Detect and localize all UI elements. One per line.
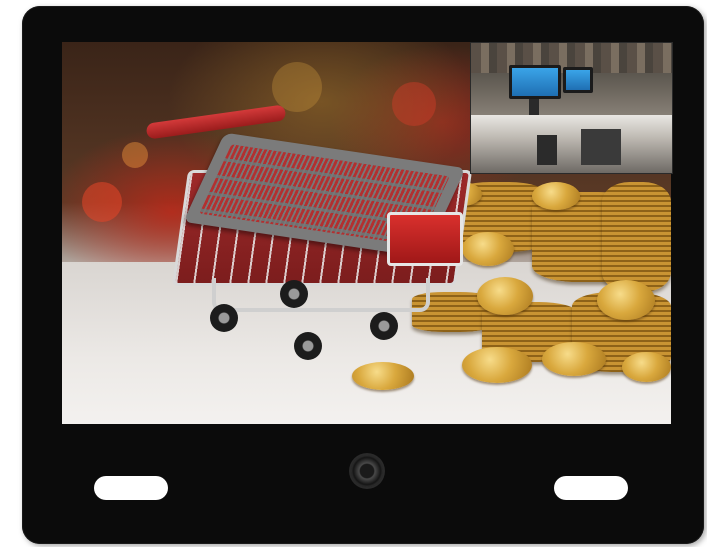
right-hardware-button[interactable] <box>554 476 628 500</box>
monitor-icon <box>509 65 561 99</box>
cart-frame <box>212 278 430 312</box>
cart-wheel <box>294 332 322 360</box>
checkout-counter <box>471 115 672 173</box>
bokeh-light <box>392 82 436 126</box>
cart-wheel <box>280 280 308 308</box>
left-hardware-button[interactable] <box>94 476 168 500</box>
bokeh-light <box>82 182 122 222</box>
cart-red-panel <box>387 212 463 266</box>
cart-handle <box>145 104 287 140</box>
bokeh-light <box>272 62 322 112</box>
cart-wheel <box>370 312 398 340</box>
bokeh-light <box>122 142 148 168</box>
camera-lens-icon <box>351 455 383 487</box>
inset-photo-checkout <box>470 42 673 174</box>
cart-wheel <box>210 304 238 332</box>
monitor-icon <box>563 67 593 93</box>
